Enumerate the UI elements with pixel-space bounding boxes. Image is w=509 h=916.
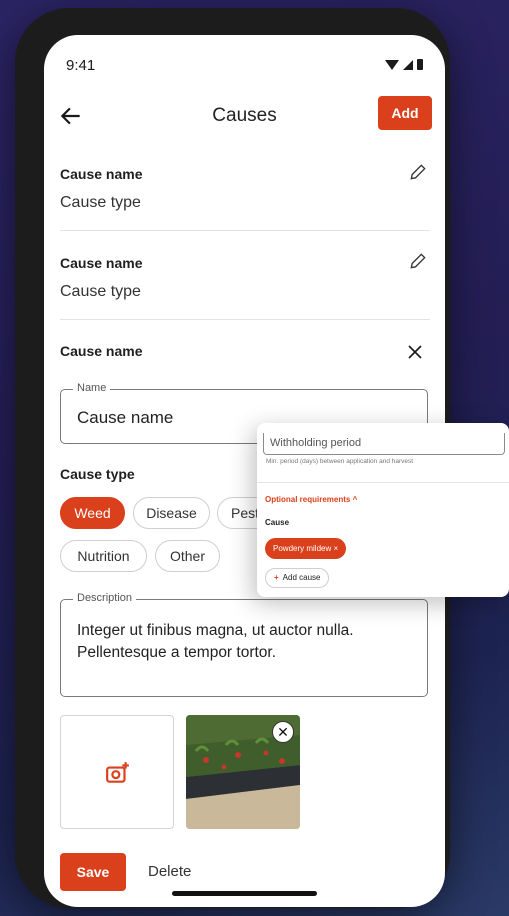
cause-editor-header: Cause name — [60, 343, 428, 359]
field-photo[interactable]: ✕ — [186, 715, 300, 829]
cause-chip-label: Powdery mildew — [273, 544, 332, 553]
divider — [60, 230, 430, 231]
pencil-icon[interactable] — [408, 251, 428, 271]
cause-chip[interactable]: Powdery mildew × — [265, 538, 347, 559]
cause-type: Cause type — [60, 283, 141, 300]
camera-add-icon — [106, 762, 129, 783]
cause-list-item[interactable]: Cause name Cause type — [60, 253, 428, 301]
requirements-card: Withholding period Min. period (days) be… — [257, 423, 509, 597]
delete-button[interactable]: Delete — [148, 863, 191, 880]
home-indicator — [172, 891, 317, 896]
chip-disease[interactable]: Disease — [133, 497, 210, 529]
close-icon[interactable]: × — [333, 544, 338, 553]
status-time: 9:41 — [66, 57, 96, 74]
cause-type-label: Cause type — [60, 466, 135, 482]
cause-type: Cause type — [60, 194, 141, 211]
battery-icon — [417, 59, 423, 70]
description-field[interactable]: Description Integer ut finibus magna, ut… — [60, 592, 428, 697]
divider — [257, 482, 509, 483]
cause-label: Cause — [265, 518, 290, 527]
add-cause-button[interactable]: + Add cause — [265, 568, 330, 588]
name-field-label: Name — [73, 382, 111, 394]
chip-nutrition[interactable]: Nutrition — [60, 540, 147, 572]
close-icon[interactable] — [406, 343, 424, 361]
optional-requirements-toggle[interactable]: Optional requirements ^ — [265, 495, 357, 504]
name-field-value: Cause name — [77, 408, 174, 427]
withholding-period-field[interactable]: Withholding period — [263, 433, 505, 455]
status-bar: 9:41 — [44, 35, 445, 95]
save-button[interactable]: Save — [60, 853, 126, 891]
add-cause-label: Add cause — [282, 573, 321, 582]
pencil-icon[interactable] — [408, 162, 428, 182]
add-button[interactable]: Add — [378, 96, 432, 130]
add-photo-button[interactable] — [60, 715, 174, 829]
chip-weed[interactable]: Weed — [60, 497, 125, 529]
optional-requirements-label: Optional requirements — [265, 495, 351, 504]
cause-list-item[interactable]: Cause name Cause type — [60, 164, 428, 212]
chip-other[interactable]: Other — [155, 540, 220, 572]
signal-icon — [403, 59, 413, 70]
chevron-up-icon: ^ — [352, 495, 358, 504]
cause-name: Cause name — [60, 166, 143, 182]
cause-name: Cause name — [60, 255, 143, 271]
wifi-icon — [385, 59, 399, 70]
status-icons — [385, 59, 423, 70]
description-field-label: Description — [73, 592, 137, 604]
app-bar: Causes Add — [44, 95, 445, 139]
plus-icon: + — [274, 573, 279, 582]
withholding-help-text: Min. period (days) between application a… — [266, 458, 414, 465]
remove-photo-button[interactable]: ✕ — [272, 721, 294, 743]
divider — [60, 319, 430, 320]
description-field-value: Integer ut finibus magna, ut auctor null… — [77, 622, 354, 661]
editor-title: Cause name — [60, 343, 143, 359]
